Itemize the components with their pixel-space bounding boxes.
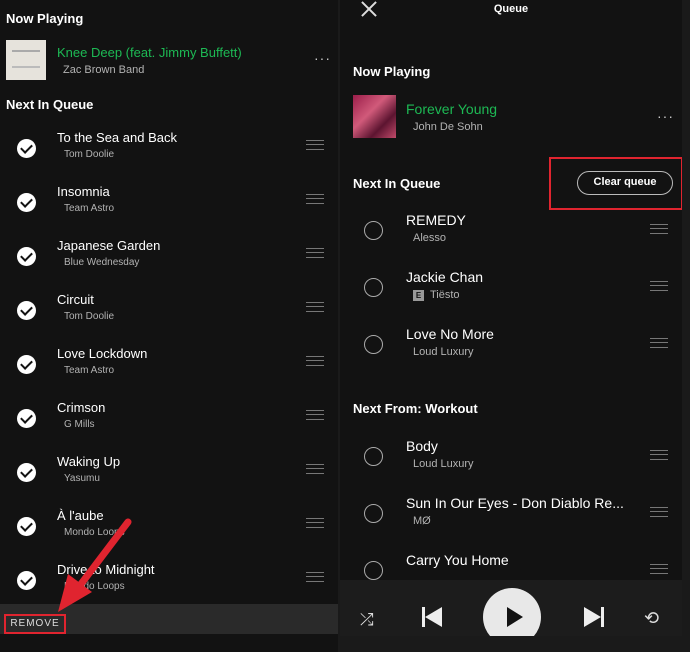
track-artist: G Mills (64, 419, 95, 430)
repeat-icon[interactable]: ⟲ (644, 608, 659, 629)
more-options-icon[interactable]: ··· (657, 108, 674, 124)
drag-handle-icon[interactable] (650, 338, 668, 348)
now-playing-heading: Now Playing (6, 11, 84, 26)
shuffle-icon[interactable]: ⤮ (360, 610, 374, 630)
track-title: Love Lockdown (57, 346, 148, 361)
track-artist: Tiësto (430, 289, 460, 301)
checkbox-empty-icon[interactable] (364, 335, 383, 354)
now-playing-artist[interactable]: Zac Brown Band (63, 64, 144, 76)
track-title: Love No More (406, 326, 494, 342)
checkbox-checked-icon[interactable] (17, 139, 36, 158)
track-title: Body (406, 438, 438, 454)
now-playing-title[interactable]: Knee Deep (feat. Jimmy Buffett) (57, 45, 242, 60)
drag-handle-icon[interactable] (306, 302, 324, 312)
queue-row[interactable]: Crimson G Mills (0, 400, 338, 461)
track-title: Japanese Garden (57, 238, 161, 253)
drag-handle-icon[interactable] (650, 281, 668, 291)
next-in-queue-heading: Next In Queue (353, 176, 441, 191)
play-icon[interactable] (483, 588, 541, 636)
next-from-heading: Next From: Workout (353, 401, 478, 416)
track-artist: Team Astro (64, 203, 115, 214)
drag-handle-icon[interactable] (306, 248, 324, 258)
queue-row[interactable]: Insomnia Team Astro (0, 184, 338, 245)
drag-handle-icon[interactable] (650, 224, 668, 234)
now-playing-artist[interactable]: John De Sohn (413, 121, 483, 133)
track-artist: MØ (413, 515, 431, 527)
bottom-action-bar: REMOVE (0, 604, 338, 634)
drag-handle-icon[interactable] (306, 140, 324, 150)
track-artist-line: E Tiësto (413, 289, 460, 301)
track-title: Carry You Home (406, 552, 509, 568)
checkbox-checked-icon[interactable] (17, 571, 36, 590)
queue-row[interactable]: Body Loud Luxury (340, 438, 682, 501)
drag-handle-icon[interactable] (306, 518, 324, 528)
page-title: Queue (493, 3, 529, 15)
checkbox-empty-icon[interactable] (364, 221, 383, 240)
drag-handle-icon[interactable] (306, 356, 324, 366)
remove-button[interactable]: REMOVE (4, 614, 66, 634)
drag-handle-icon[interactable] (306, 410, 324, 420)
track-title: Waking Up (57, 454, 121, 469)
track-artist: Blue Wednesday (64, 257, 140, 268)
checkbox-checked-icon[interactable] (17, 409, 36, 428)
checkbox-checked-icon[interactable] (17, 193, 36, 212)
track-title: Circuit (57, 292, 94, 307)
track-artist: Loud Luxury (413, 458, 474, 470)
queue-row[interactable]: À l'aube Mondo Loops (0, 508, 338, 569)
now-playing-heading: Now Playing (353, 64, 431, 79)
track-title: REMEDY (406, 212, 466, 228)
queue-row[interactable]: Sun In Our Eyes - Don Diablo Re... MØ (340, 495, 682, 558)
drag-handle-icon[interactable] (306, 572, 324, 582)
track-artist: Tom Doolie (64, 149, 115, 160)
track-artist: Mondo Loops (64, 527, 125, 538)
queue-row[interactable]: REMEDY Alesso (340, 212, 682, 275)
track-artist: Loud Luxury (413, 346, 474, 358)
album-art (6, 40, 46, 80)
queue-row[interactable]: Love Lockdown Team Astro (0, 346, 338, 407)
player-controls: ⤮ ⟲ (340, 580, 682, 636)
checkbox-checked-icon[interactable] (17, 301, 36, 320)
checkbox-checked-icon[interactable] (17, 355, 36, 374)
track-title: Sun In Our Eyes - Don Diablo Re... (406, 495, 624, 511)
checkbox-checked-icon[interactable] (17, 517, 36, 536)
track-artist: Mondo Loops (64, 581, 125, 592)
track-title: Insomnia (57, 184, 110, 199)
explicit-badge-icon: E (413, 290, 424, 301)
queue-row[interactable]: Waking Up Yasumu (0, 454, 338, 515)
checkbox-checked-icon[interactable] (17, 463, 36, 482)
right-queue-panel: Queue Now Playing Forever Young John De … (340, 0, 682, 636)
track-title: Drive to Midnight (57, 562, 155, 577)
checkbox-checked-icon[interactable] (17, 247, 36, 266)
previous-icon[interactable] (422, 606, 444, 628)
album-art (353, 95, 396, 138)
queue-row[interactable]: Japanese Garden Blue Wednesday (0, 238, 338, 299)
queue-row[interactable]: Love No More Loud Luxury (340, 326, 682, 389)
track-title: À l'aube (57, 508, 104, 523)
checkbox-empty-icon[interactable] (364, 278, 383, 297)
track-artist: Team Astro (64, 365, 115, 376)
track-artist: Yasumu (64, 473, 100, 484)
now-playing-title[interactable]: Forever Young (406, 101, 497, 117)
track-artist: Alesso (413, 232, 447, 244)
left-queue-panel: Now Playing Knee Deep (feat. Jimmy Buffe… (0, 0, 338, 652)
drag-handle-icon[interactable] (650, 507, 668, 517)
track-title: To the Sea and Back (57, 130, 177, 145)
drag-handle-icon[interactable] (650, 564, 668, 574)
queue-row[interactable]: Jackie Chan E Tiësto (340, 269, 682, 332)
checkbox-empty-icon[interactable] (364, 447, 383, 466)
next-icon[interactable] (583, 606, 605, 628)
next-in-queue-heading: Next In Queue (6, 97, 94, 112)
queue-row[interactable]: To the Sea and Back Tom Doolie (0, 130, 338, 191)
more-options-icon[interactable]: ··· (314, 50, 331, 66)
queue-row[interactable]: Circuit Tom Doolie (0, 292, 338, 353)
track-artist: Tom Doolie (64, 311, 115, 322)
clear-queue-button[interactable]: Clear queue (577, 171, 673, 195)
track-title: Crimson (57, 400, 106, 415)
checkbox-empty-icon[interactable] (364, 561, 383, 580)
track-title: Jackie Chan (406, 269, 484, 285)
drag-handle-icon[interactable] (306, 194, 324, 204)
checkbox-empty-icon[interactable] (364, 504, 383, 523)
drag-handle-icon[interactable] (306, 464, 324, 474)
drag-handle-icon[interactable] (650, 450, 668, 460)
